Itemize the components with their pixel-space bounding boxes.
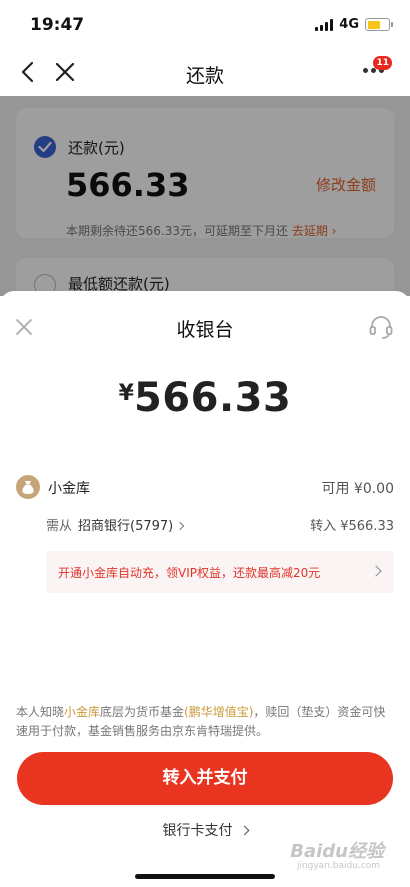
modal-overlay[interactable] [0,96,410,296]
watermark-url: jingyan.baidu.com [296,861,380,871]
chevron-right-icon [239,825,249,836]
transfer-amount: 转入 ¥566.33 [310,519,394,534]
disclaimer-text: 本人知晓 [16,705,65,719]
wallet-available: 可用 ¥0.00 [321,481,394,497]
chevron-right-icon [176,521,185,531]
disclaimer-text: 底层为货币基金 [100,705,185,719]
promo-banner[interactable]: 开通小金库自动充，领VIP权益，还款最高减20元 [46,551,394,593]
home-indicator [135,874,275,879]
status-indicators: 4G [315,17,393,32]
customer-service-icon[interactable] [368,314,394,340]
chevron-right-icon [370,565,382,577]
currency-symbol: ¥ [118,381,134,406]
status-time: 19:47 [30,15,85,35]
fund-name-link[interactable]: (鹏华增值宝) [184,705,253,719]
notification-badge: 11 [373,56,392,70]
promo-text: 开通小金库自动充，领VIP权益，还款最高减20元 [58,566,321,580]
bank-card-pay-label: 银行卡支付 [162,823,233,839]
cashier-sheet: 收银台 ¥566.33 小金库 可用 ¥0.00 需从 招商银行(5797) 转入… [0,291,410,887]
wallet-link[interactable]: 小金库 [64,705,100,719]
funding-source-row[interactable]: 需从 招商银行(5797) 转入 ¥566.33 [46,515,394,537]
fund-disclaimer: 本人知晓小金库底层为货币基金(鹏华增值宝)，赎回（垫支）资金可快速用于付款，基金… [16,703,394,741]
transfer-and-pay-button[interactable]: 转入并支付 [17,752,393,805]
network-type: 4G [339,17,359,32]
money-bag-icon [16,475,40,499]
signal-icon [315,18,334,31]
battery-icon [365,18,393,31]
watermark-logo: Baidu经验 [290,841,384,862]
page-title: 还款 [185,65,224,87]
wallet-row[interactable]: 小金库 可用 ¥0.00 [16,475,394,499]
amount-value: 566.33 [133,375,292,421]
bank-name: 招商银行(5797) [78,519,174,534]
wallet-label: 小金库 [48,481,90,497]
status-bar: 19:47 4G [0,0,410,50]
cashier-title: 收银台 [176,319,234,341]
payment-amount: ¥566.33 [0,375,410,421]
nav-bar: 还款 11 [0,50,410,96]
source-prefix: 需从 [46,519,73,534]
